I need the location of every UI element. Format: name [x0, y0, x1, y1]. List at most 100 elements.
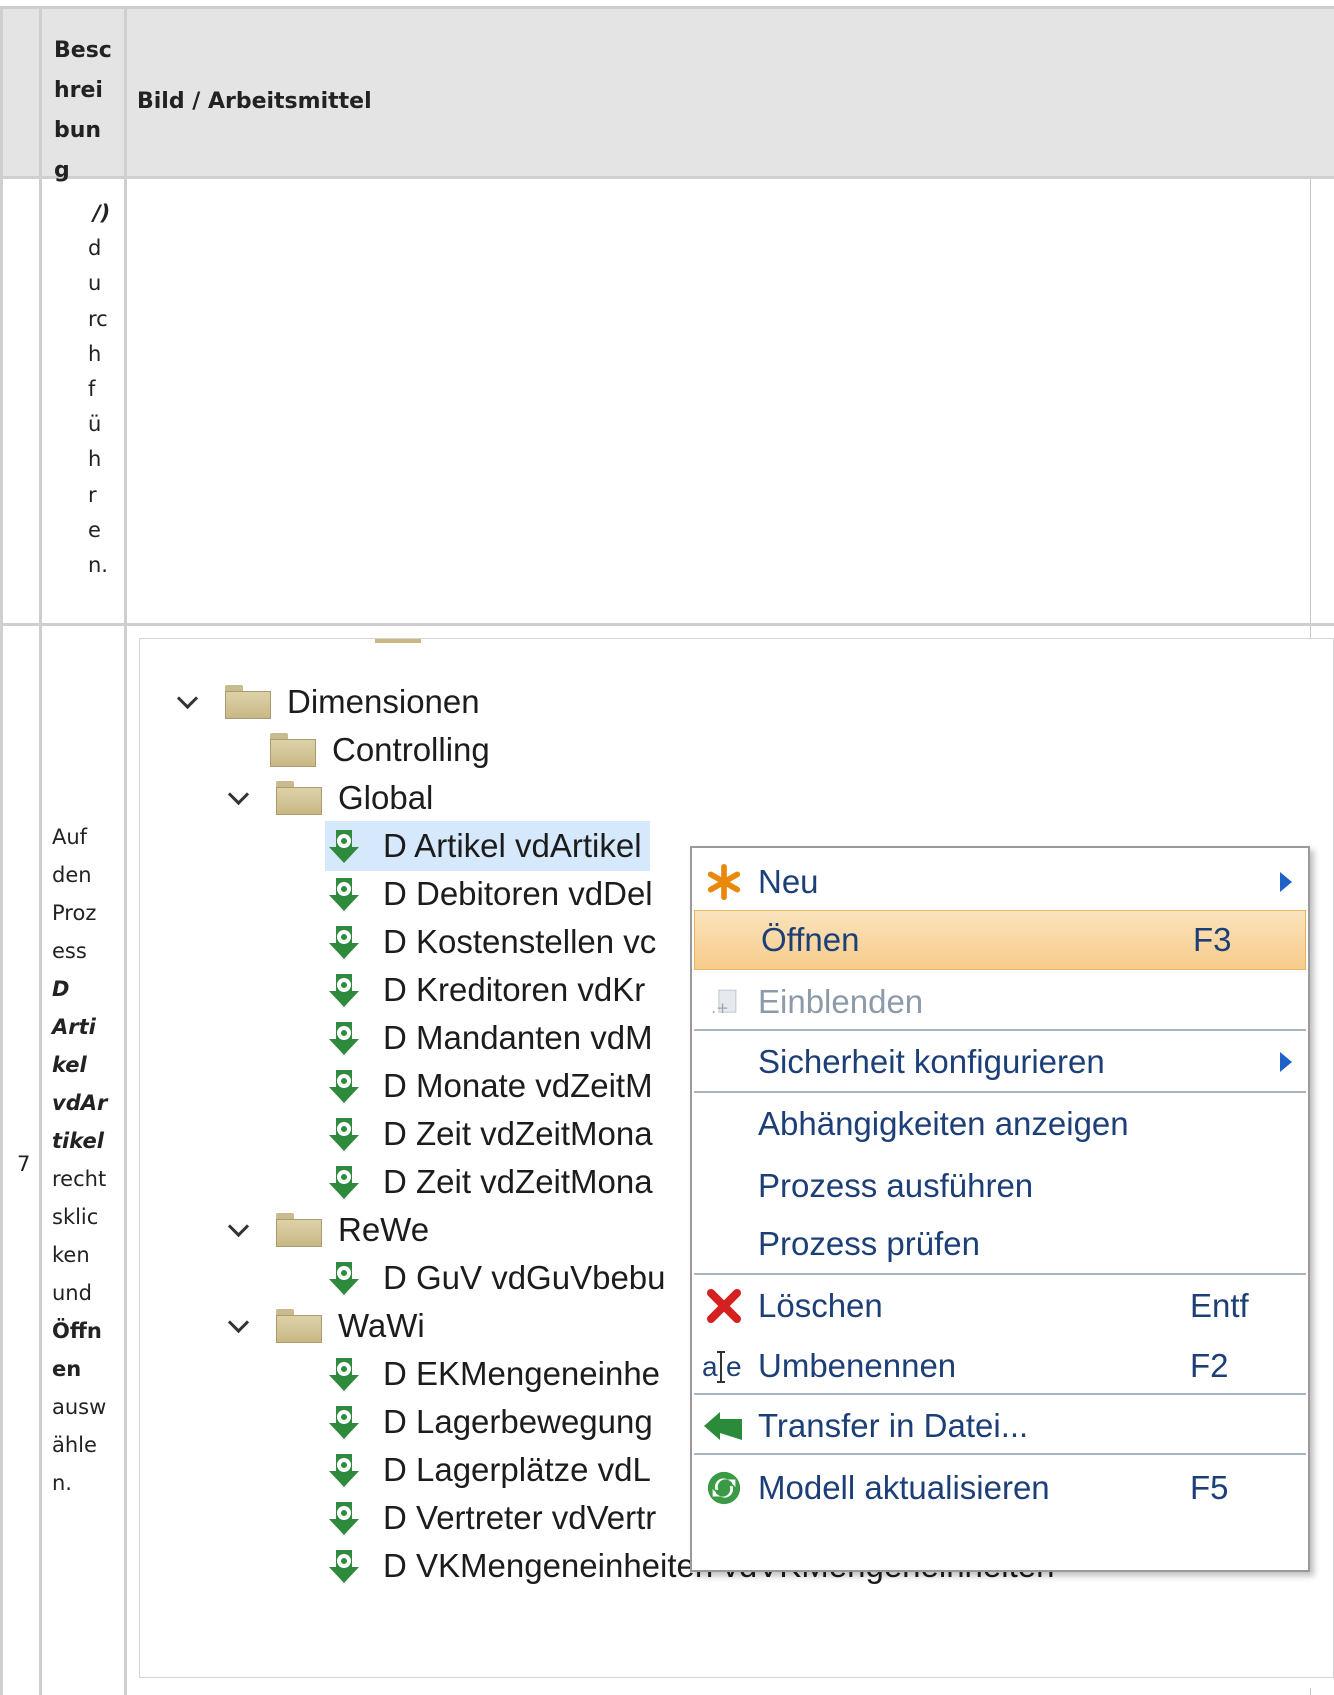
menu-item-löschen[interactable]: Löschen Entf: [692, 1276, 1308, 1336]
menu-item-abhängigkeiten-anzeigen[interactable]: Abhängigkeiten anzeigen: [692, 1094, 1308, 1154]
process-icon: [325, 971, 363, 1009]
desc-fragment: n.: [52, 1471, 72, 1495]
desc-fragment: Auf: [52, 825, 88, 849]
process-icon: [325, 1115, 363, 1153]
folder-icon: [276, 1213, 322, 1247]
menu-item-öffnen[interactable]: Öffnen F3: [694, 910, 1306, 970]
tree-folder[interactable]: Global: [228, 773, 433, 823]
tree-item-label: D GuV vdGuVbebu: [383, 1259, 666, 1296]
folder-icon: [225, 685, 271, 719]
row-number: 7: [17, 1152, 31, 1176]
tree-process[interactable]: D Vertreter vdVertr: [325, 1493, 656, 1543]
menu-item-prozess-prüfen[interactable]: Prozess prüfen: [692, 1214, 1308, 1274]
tree-item-label: WaWi: [338, 1307, 425, 1344]
menu-item-prozess-ausführen[interactable]: Prozess ausführen: [692, 1156, 1308, 1216]
menu-item-label: Sicherheit konfigurieren: [758, 1043, 1105, 1080]
desc-fragment: n.: [88, 553, 108, 578]
tree-item-label: D Lagerplätze vdL: [383, 1451, 651, 1488]
desc-fragment: Arti: [52, 1015, 96, 1039]
tree-item-label: Dimensionen: [287, 683, 480, 720]
asterisk-icon: [702, 860, 746, 904]
tree-process[interactable]: D GuV vdGuVbebu: [325, 1253, 666, 1303]
desc-fragment: en: [52, 1357, 82, 1381]
header-desc-line: g: [54, 158, 70, 183]
chevron-down-icon[interactable]: [177, 691, 199, 713]
menu-item-label: Abhängigkeiten anzeigen: [758, 1105, 1129, 1142]
tree-item-label: Global: [338, 779, 434, 816]
show-icon: .+: [702, 980, 746, 1024]
refresh-icon: [702, 1466, 746, 1510]
menu-item-sicherheit-konfigurieren[interactable]: Sicherheit konfigurieren: [692, 1032, 1308, 1092]
menu-item-label: Umbenennen: [758, 1347, 957, 1384]
desc-fragment: vdAr: [52, 1091, 108, 1115]
folder-icon: [375, 639, 421, 643]
transfer-arrow-icon: [702, 1404, 746, 1448]
tree-process[interactable]: D Kostenstellen vc: [325, 917, 656, 967]
tree-item-label: D Lagerbewegung: [383, 1403, 653, 1440]
tree-process[interactable]: D Zeit vdZeitMona: [325, 1157, 653, 1207]
svg-text:a: a: [702, 1351, 718, 1382]
desc-fragment: tikel: [52, 1129, 104, 1153]
tree-process[interactable]: D Zeit vdZeitMona: [325, 1109, 653, 1159]
menu-item-label: Modell aktualisieren: [758, 1469, 1050, 1506]
desc-fragment: Proz: [52, 901, 97, 925]
tree-item-label: D Monate vdZeitM: [383, 1067, 653, 1104]
tree-item-label: D Debitoren vdDel: [383, 875, 653, 912]
tree-process[interactable]: D Monate vdZeitM: [325, 1061, 653, 1111]
submenu-arrow-icon: [1280, 1052, 1292, 1072]
desc-fragment: h: [88, 341, 102, 366]
desc-fragment: Öffn: [52, 1319, 102, 1343]
tree-folder[interactable]: Dimensionen: [177, 677, 480, 727]
menu-item-transfer-in-datei[interactable]: Transfer in Datei...: [692, 1396, 1308, 1456]
tree-folder[interactable]: Controlling: [270, 725, 490, 775]
tree-process[interactable]: D Artikel vdArtikel: [325, 821, 650, 871]
desc-fragment: d: [88, 236, 102, 261]
menu-item-label: Prozess prüfen: [758, 1225, 980, 1262]
tree-folder[interactable]: ReWe: [228, 1205, 429, 1255]
tree-item-label: D Mandanten vdM: [383, 1019, 653, 1056]
menu-item-einblenden[interactable]: .+ Einblenden: [692, 972, 1308, 1032]
row-divider: [0, 623, 1334, 626]
desc-fragment: rc: [88, 306, 108, 331]
menu-shortcut: F3: [1193, 921, 1232, 958]
tree-process[interactable]: D Lagerplätze vdL: [325, 1445, 651, 1495]
desc-fragment: kel: [52, 1053, 87, 1077]
menu-item-modell-aktualisieren[interactable]: Modell aktualisieren F5: [692, 1458, 1308, 1518]
desc-fragment: ess: [52, 939, 87, 963]
tree-folder[interactable]: WaWi: [228, 1301, 425, 1351]
chevron-down-icon[interactable]: [228, 1219, 250, 1241]
menu-item-umbenennen[interactable]: a e Umbenennen F2: [692, 1336, 1308, 1396]
chevron-down-icon[interactable]: [228, 1315, 250, 1337]
process-icon: [325, 1355, 363, 1393]
table-border: [0, 6, 3, 1695]
header-desc-line: Besc: [54, 38, 112, 63]
desc-fragment: sklic: [52, 1205, 99, 1229]
menu-item-neu[interactable]: Neu: [692, 852, 1308, 912]
menu-item-label: Transfer in Datei...: [758, 1407, 1029, 1444]
desc-fragment: u: [88, 271, 102, 296]
tree-item-label: D EKMengeneinhe: [383, 1355, 661, 1392]
context-menu: Neu Öffnen F3 .+ Einblenden Sicherheit konfig…: [690, 846, 1310, 1572]
submenu-arrow-icon: [1280, 872, 1292, 892]
chevron-down-icon[interactable]: [228, 787, 250, 809]
desc-fragment: r: [88, 482, 97, 507]
folder-icon: [276, 1309, 322, 1343]
folder-icon: [276, 781, 322, 815]
tree-process[interactable]: D Lagerbewegung: [325, 1397, 653, 1447]
tree-process[interactable]: D Mandanten vdM: [325, 1013, 653, 1063]
desc-fragment: ausw: [52, 1395, 107, 1419]
desc-fragment: ähle: [52, 1433, 97, 1457]
desc-fragment: D: [52, 977, 70, 1001]
tree-process[interactable]: D Debitoren vdDel: [325, 869, 653, 919]
table-border: [39, 6, 42, 1695]
process-icon: [325, 1067, 363, 1105]
tree-process[interactable]: D Kreditoren vdKr: [325, 965, 645, 1015]
desc-fragment: h: [88, 447, 102, 472]
tree-item-label: D Zeit vdZeitMona: [383, 1163, 653, 1200]
tree-process[interactable]: D EKMengeneinhe: [325, 1349, 660, 1399]
folder-icon: [270, 733, 316, 767]
menu-item-label: Einblenden: [758, 983, 924, 1020]
menu-item-label: Löschen: [758, 1287, 883, 1324]
header-beschreibung: Besc hrei bun g: [54, 31, 124, 191]
rename-icon: ae: [702, 1344, 746, 1388]
